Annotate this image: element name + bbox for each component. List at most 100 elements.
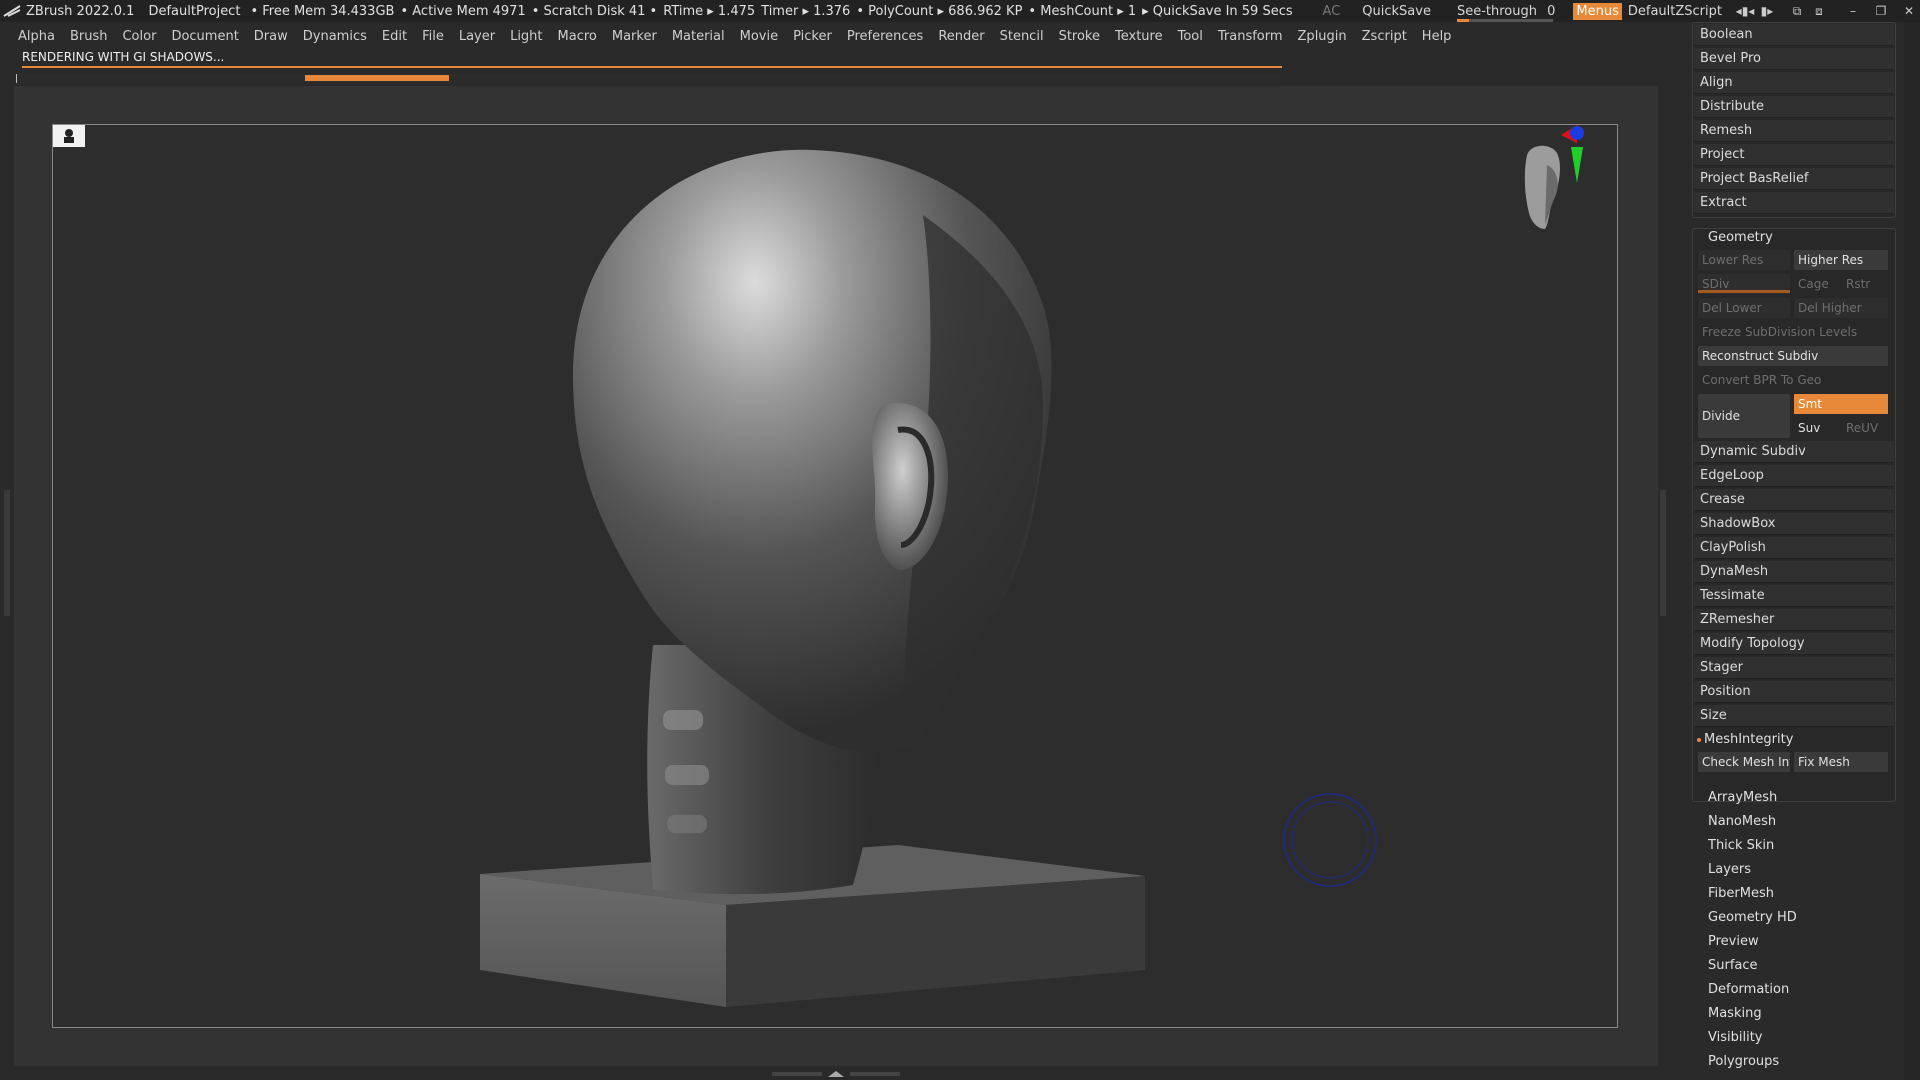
sculpt-scene xyxy=(480,149,1145,1007)
dynamesh-button[interactable]: DynaMesh xyxy=(1694,561,1894,583)
menu-preferences[interactable]: Preferences xyxy=(847,29,923,44)
palette-fibermesh[interactable]: FiberMesh xyxy=(1708,886,1774,901)
menu-brush[interactable]: Brush xyxy=(70,29,108,44)
size-button[interactable]: Size xyxy=(1694,705,1894,727)
crease-button[interactable]: Crease xyxy=(1694,489,1894,511)
extract-button[interactable]: Extract xyxy=(1694,192,1894,214)
remesh-button[interactable]: Remesh xyxy=(1694,120,1894,142)
bevel-pro-button[interactable]: Bevel Pro xyxy=(1694,48,1894,70)
distribute-button[interactable]: Distribute xyxy=(1694,96,1894,118)
menu-edit[interactable]: Edit xyxy=(382,29,407,44)
tessimate-button[interactable]: Tessimate xyxy=(1694,585,1894,607)
geometry-header[interactable]: Geometry xyxy=(1704,228,1884,248)
menu-marker[interactable]: Marker xyxy=(612,29,657,44)
render-progress-bar xyxy=(22,66,1282,68)
left-tray-handle[interactable] xyxy=(4,490,10,616)
menu-render[interactable]: Render xyxy=(938,29,984,44)
menu-macro[interactable]: Macro xyxy=(558,29,597,44)
menu-stencil[interactable]: Stencil xyxy=(1000,29,1044,44)
palette-nanomesh[interactable]: NanoMesh xyxy=(1708,814,1776,829)
layout-left-icon[interactable]: ◂▮◂ xyxy=(1734,4,1756,18)
ui-layout-icon[interactable]: ⧉ xyxy=(1786,4,1808,19)
ac-button[interactable]: AC xyxy=(1323,4,1341,19)
check-mesh-integrity-button[interactable]: Check Mesh Integrity xyxy=(1698,752,1790,772)
right-tray-handle[interactable] xyxy=(1660,490,1666,616)
reconstruct-subdiv-button[interactable]: Reconstruct Subdiv xyxy=(1698,346,1888,366)
title-bar: ZBrush 2022.0.1 DefaultProject • Free Me… xyxy=(0,0,1920,22)
menu-color[interactable]: Color xyxy=(122,29,156,44)
palette-surface[interactable]: Surface xyxy=(1708,958,1758,973)
cage-button[interactable]: Cage xyxy=(1794,274,1838,294)
freeze-subdivision-button[interactable]: Freeze SubDivision Levels xyxy=(1698,322,1888,342)
palette-polygroups[interactable]: Polygroups xyxy=(1708,1054,1779,1069)
close-icon[interactable]: ✕ xyxy=(1898,4,1920,18)
edgeloop-button[interactable]: EdgeLoop xyxy=(1694,465,1894,487)
reuv-button[interactable]: ReUV xyxy=(1842,418,1888,438)
restore-icon[interactable]: ❐ xyxy=(1870,4,1892,18)
modify-topology-button[interactable]: Modify Topology xyxy=(1694,633,1894,655)
smt-toggle[interactable]: Smt xyxy=(1794,394,1888,414)
menu-file[interactable]: File xyxy=(422,29,444,44)
suv-toggle[interactable]: Suv xyxy=(1794,418,1838,438)
menu-zscript[interactable]: Zscript xyxy=(1362,29,1407,44)
menu-light[interactable]: Light xyxy=(510,29,542,44)
minimize-icon[interactable]: – xyxy=(1842,4,1864,18)
menu-stroke[interactable]: Stroke xyxy=(1059,29,1100,44)
project-basrelief-button[interactable]: Project BasRelief xyxy=(1694,168,1894,190)
align-button[interactable]: Align xyxy=(1694,72,1894,94)
palette-preview[interactable]: Preview xyxy=(1708,934,1759,949)
palette-visibility[interactable]: Visibility xyxy=(1708,1030,1762,1045)
lower-res-button[interactable]: Lower Res xyxy=(1698,250,1790,270)
palette-geometry-hd[interactable]: Geometry HD xyxy=(1708,910,1797,925)
position-button[interactable]: Position xyxy=(1694,681,1894,703)
bottom-tray-handle[interactable] xyxy=(772,1070,900,1078)
zremesher-button[interactable]: ZRemesher xyxy=(1694,609,1894,631)
project-button[interactable]: Project xyxy=(1694,144,1894,166)
fix-mesh-button[interactable]: Fix Mesh xyxy=(1794,752,1888,772)
layout-right-icon[interactable]: ▮▸ xyxy=(1756,4,1778,18)
menus-toggle[interactable]: Menus xyxy=(1573,2,1622,20)
palette-masking[interactable]: Masking xyxy=(1708,1006,1762,1021)
menu-movie[interactable]: Movie xyxy=(740,29,778,44)
ui-swap-icon[interactable]: ⧈ xyxy=(1808,4,1830,19)
document-viewport[interactable] xyxy=(52,124,1618,1028)
project-name[interactable]: DefaultProject xyxy=(148,4,240,19)
higher-res-button[interactable]: Higher Res xyxy=(1794,250,1888,270)
mesh-integrity-header[interactable]: MeshIntegrity xyxy=(1700,730,1890,750)
menu-draw[interactable]: Draw xyxy=(254,29,288,44)
menu-help[interactable]: Help xyxy=(1422,29,1452,44)
menu-material[interactable]: Material xyxy=(672,29,725,44)
tool-palette: Boolean Bevel Pro Align Distribute Remes… xyxy=(1690,22,1896,1080)
menu-transform[interactable]: Transform xyxy=(1218,29,1283,44)
menu-tool[interactable]: Tool xyxy=(1178,29,1203,44)
del-lower-button[interactable]: Del Lower xyxy=(1698,298,1790,318)
stager-button[interactable]: Stager xyxy=(1694,657,1894,679)
divide-button[interactable]: Divide xyxy=(1698,394,1790,438)
menu-picker[interactable]: Picker xyxy=(793,29,832,44)
boolean-button[interactable]: Boolean xyxy=(1694,24,1894,46)
menu-dynamics[interactable]: Dynamics xyxy=(303,29,367,44)
quicksave-button[interactable]: QuickSave xyxy=(1362,4,1431,19)
menu-texture[interactable]: Texture xyxy=(1115,29,1163,44)
camera-perspective-icon[interactable] xyxy=(53,125,85,147)
shadowbox-button[interactable]: ShadowBox xyxy=(1694,513,1894,535)
rstr-button[interactable]: Rstr xyxy=(1842,274,1888,294)
del-higher-button[interactable]: Del Higher xyxy=(1794,298,1888,318)
active-mem-stat: • Active Mem 4971 xyxy=(400,3,526,19)
orientation-gizmo[interactable] xyxy=(1519,125,1618,255)
dynamic-subdiv-button[interactable]: Dynamic Subdiv xyxy=(1694,441,1894,463)
menu-layer[interactable]: Layer xyxy=(459,29,495,44)
menu-alpha[interactable]: Alpha xyxy=(18,29,55,44)
palette-layers[interactable]: Layers xyxy=(1708,862,1751,877)
claypolish-button[interactable]: ClayPolish xyxy=(1694,537,1894,559)
see-through-label: See-through xyxy=(1456,3,1537,19)
default-zscript-button[interactable]: DefaultZScript xyxy=(1628,4,1722,19)
convert-bpr-button[interactable]: Convert BPR To Geo xyxy=(1698,370,1888,390)
palette-scrollbar[interactable] xyxy=(1904,22,1920,1080)
palette-thick-skin[interactable]: Thick Skin xyxy=(1708,838,1774,853)
menu-zplugin[interactable]: Zplugin xyxy=(1298,29,1347,44)
menu-document[interactable]: Document xyxy=(171,29,238,44)
see-through-slider[interactable]: See-through 0 xyxy=(1456,3,1555,22)
palette-arraymesh[interactable]: ArrayMesh xyxy=(1708,790,1777,805)
palette-deformation[interactable]: Deformation xyxy=(1708,982,1789,997)
